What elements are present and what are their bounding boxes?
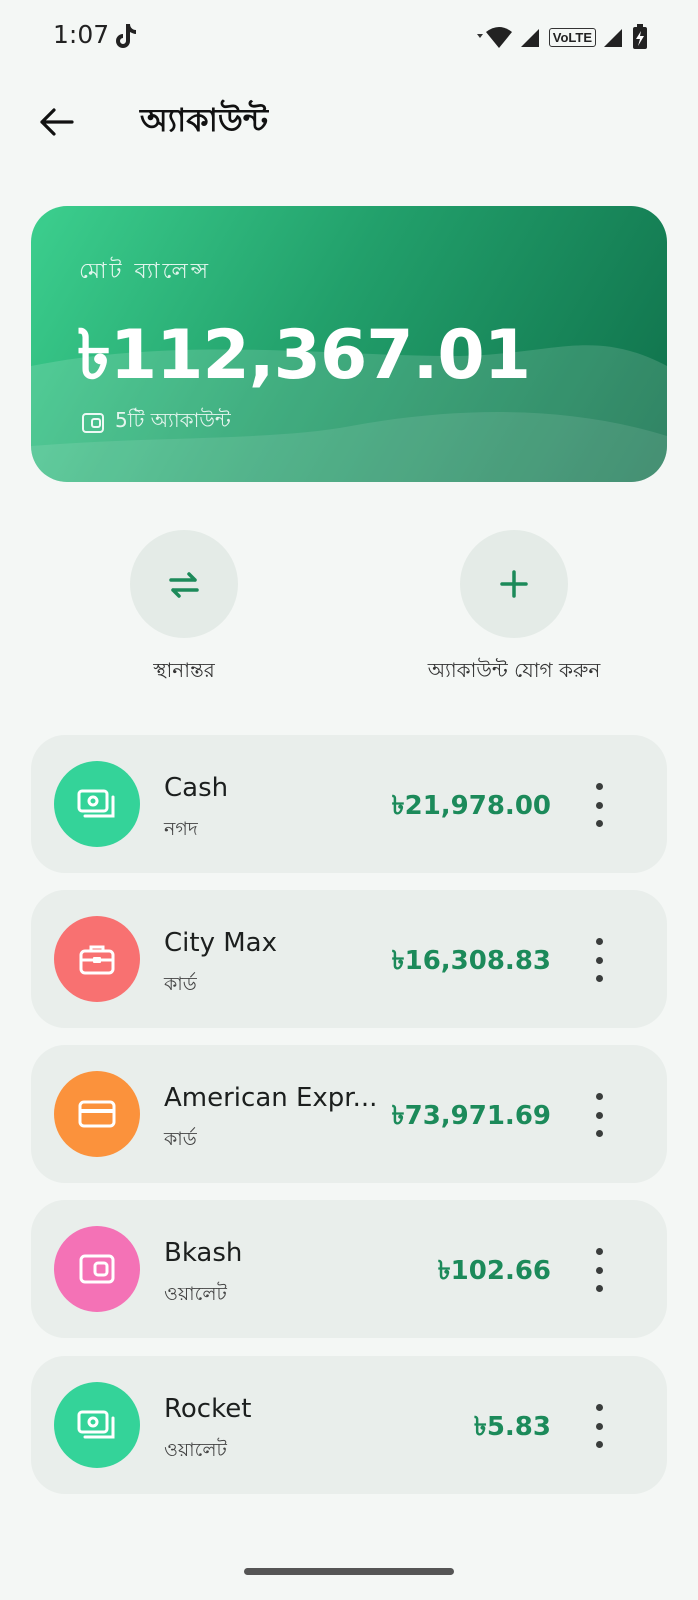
transfer-action: স্থানান্তর [54,530,314,689]
more-options-button[interactable] [585,938,613,982]
account-type: কার্ড [164,1128,197,1150]
account-item-cash[interactable]: Cash নগদ ৳21,978.00 [31,735,667,873]
more-options-button[interactable] [585,1404,613,1448]
account-icon-circle [54,761,140,847]
dot [595,1111,603,1119]
more-options-button[interactable] [585,1093,613,1137]
account-icon-circle [54,1071,140,1157]
add-account-button[interactable] [460,530,568,638]
account-item-american-express[interactable]: American Expr... কার্ড ৳73,971.69 [31,1045,667,1183]
total-balance-card: মোট ব্যালেন্স ৳112,367.01 5টি অ্যাকাউন্ট [31,206,667,482]
account-name: Rocket [164,1394,252,1424]
plus-icon [500,570,528,598]
dot [595,1266,603,1274]
cash-icon [77,789,115,818]
account-name: Bkash [164,1238,243,1268]
dot [595,1248,603,1255]
account-count-text: 5টি অ্যাকাউন্ট [115,408,231,432]
account-balance: ৳73,971.69 [391,1101,551,1131]
add-account-label: অ্যাকাউন্ট যোগ করুন [427,658,601,682]
dot [595,1422,603,1430]
status-icons: VoLTE [473,24,648,50]
page-title: অ্যাকাউন্ট [140,101,269,139]
dot [595,1130,603,1137]
dot [595,1441,603,1448]
account-balance: ৳21,978.00 [391,791,551,821]
transfer-arrows-icon [169,572,199,598]
battery-icon [633,24,647,49]
dot [595,1093,603,1100]
account-balance: ৳102.66 [437,1256,551,1286]
signal-icon [520,29,539,47]
credit-card-icon [78,1100,116,1128]
dot [595,801,603,809]
account-icon-circle [54,916,140,1002]
dot [595,783,603,790]
total-balance-label: মোট ব্যালেন্স [79,259,212,284]
account-item-bkash[interactable]: Bkash ওয়ালেট ৳102.66 [31,1200,667,1338]
wallet-icon [79,1254,115,1284]
account-name: Cash [164,773,229,803]
cash-icon [77,1410,115,1439]
account-count: 5টি অ্যাকাউন্ট [81,406,231,439]
signal-icon-2 [604,29,622,47]
account-type: ওয়ালেট [164,1439,227,1461]
tiktok-icon [116,24,136,48]
dot [595,956,603,964]
total-balance-amount: ৳112,367.01 [77,316,531,395]
arrow-left-icon [40,108,74,136]
more-options-button[interactable] [585,783,613,827]
account-item-rocket[interactable]: Rocket ওয়ালেট ৳5.83 [31,1356,667,1494]
account-type: কার্ড [164,973,197,995]
account-type: নগদ [164,818,198,840]
account-icon-circle [54,1226,140,1312]
account-name: American Expr... [164,1083,378,1113]
dot [595,1404,603,1411]
status-bar: 1:07 VoLTE [0,0,698,72]
dot [595,938,603,945]
account-balance: ৳16,308.83 [391,946,551,976]
account-type: ওয়ালেট [164,1283,227,1305]
home-indicator[interactable] [244,1568,454,1575]
account-name: City Max [164,928,277,958]
account-item-city-max[interactable]: City Max কার্ড ৳16,308.83 [31,890,667,1028]
account-balance: ৳5.83 [473,1412,551,1442]
volte-badge: VoLTE [548,27,596,47]
briefcase-icon [79,945,115,975]
wallet-icon [82,412,104,433]
transfer-label: স্থানান্তর [153,658,215,682]
add-account-action: অ্যাকাউন্ট যোগ করুন [384,530,644,689]
wifi-icon [476,27,512,48]
dot [595,1285,603,1292]
transfer-button[interactable] [130,530,238,638]
status-time: 1:07 [53,20,110,49]
more-options-button[interactable] [585,1248,613,1292]
dot [595,820,603,827]
back-button[interactable] [34,100,78,144]
account-icon-circle [54,1382,140,1468]
dot [595,975,603,982]
